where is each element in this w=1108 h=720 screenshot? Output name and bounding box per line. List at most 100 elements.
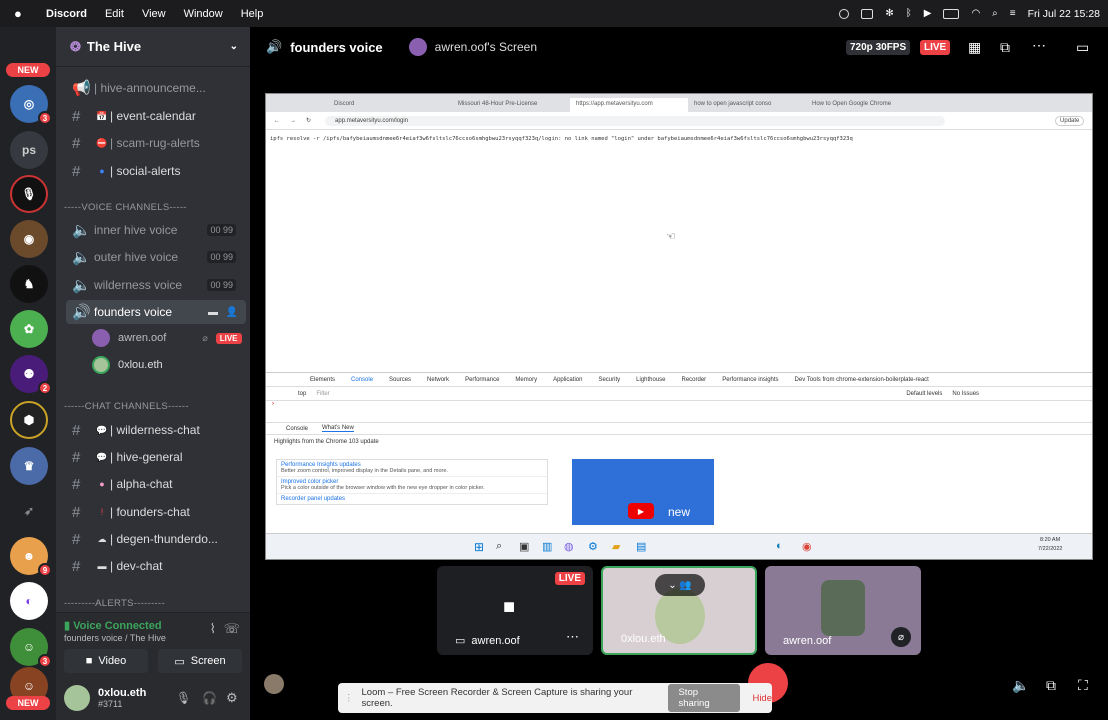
server-icon-10[interactable]: ➶ xyxy=(10,492,48,530)
more-icon[interactable]: ⋯ xyxy=(1032,37,1046,54)
server-icon-7[interactable]: ⚉ 2 xyxy=(10,355,52,395)
context-select[interactable]: top xyxy=(298,391,306,397)
server-icon-llama[interactable]: ♞ xyxy=(10,265,48,303)
clock[interactable]: Fri Jul 22 15:28 xyxy=(1028,8,1100,20)
filter-input[interactable]: Filter xyxy=(316,391,896,397)
search-icon[interactable]: ⌕ xyxy=(496,540,502,553)
chat-icon[interactable]: ▬ xyxy=(208,307,218,318)
chrome-icon[interactable]: ◉ xyxy=(802,540,812,553)
participant-tile-awren[interactable]: awren.oof ⌀ xyxy=(765,566,921,655)
devtools-tab[interactable]: Elements xyxy=(310,377,335,383)
settings-gear-icon[interactable]: ⚙ xyxy=(226,690,238,706)
voice-status[interactable]: ▮ Voice Connected xyxy=(64,619,162,632)
issues-button[interactable]: No Issues xyxy=(952,391,979,397)
disconnect-icon[interactable]: ☏ xyxy=(224,621,240,637)
devtools-tab[interactable]: Dev Tools from chrome-extension-boilerpl… xyxy=(795,377,929,383)
stop-sharing-button[interactable]: Stop sharing xyxy=(668,684,741,712)
menu-edit[interactable]: Edit xyxy=(105,8,124,20)
screen-record-icon[interactable] xyxy=(839,8,850,19)
menu-window[interactable]: Window xyxy=(184,8,223,20)
gear-icon[interactable]: ✻ xyxy=(885,8,893,19)
fullscreen-icon[interactable]: ⛶ xyxy=(1078,677,1088,694)
chevron-down-icon[interactable]: ⌄ xyxy=(230,41,238,52)
user-avatar[interactable] xyxy=(64,685,90,711)
update-button[interactable]: Update xyxy=(1055,115,1085,126)
whats-new-video[interactable]: ▶ new xyxy=(572,459,714,525)
browser-tab[interactable]: Discord xyxy=(328,98,452,112)
search-icon[interactable]: ⌕ xyxy=(992,8,998,19)
microphone-icon[interactable]: 🎙 xyxy=(176,691,191,705)
channel-wilderness-voice[interactable]: 🔈 wilderness voice 00 99 xyxy=(66,273,246,297)
server-icon-hive[interactable]: ⬢ xyxy=(10,401,48,439)
channel-outer-hive-voice[interactable]: 🔈 outer hive voice 00 99 xyxy=(66,245,246,269)
channel-inner-hive-voice[interactable]: 🔈 inner hive voice 00 99 xyxy=(66,218,246,242)
drag-handle-icon[interactable]: ⋮ xyxy=(344,693,354,704)
voice-user-awren[interactable]: awren.oof ⌀ LIVE xyxy=(92,327,242,349)
server-icon-mic[interactable]: 🎙 xyxy=(10,175,48,213)
voice-user-0xlou[interactable]: 0xlou.eth xyxy=(92,354,163,376)
server-icon-11[interactable]: ☻ 9 xyxy=(10,537,52,577)
channel-alpha-chat[interactable]: # ● | alpha-chat xyxy=(66,472,246,496)
channel-scam-rug-alerts[interactable]: # ⛔ | scam-rug-alerts xyxy=(66,131,246,155)
devtools-tab[interactable]: Memory xyxy=(515,377,537,383)
levels-select[interactable]: Default levels xyxy=(906,391,942,397)
devtools-tab[interactable]: Performance xyxy=(465,377,499,383)
participant-tile-stream[interactable]: LIVE ■ ▭ awren.oof ⋯ xyxy=(437,566,593,655)
screen-share-button[interactable]: ▭ Screen xyxy=(158,649,242,673)
apple-icon[interactable]: ● xyxy=(14,6,28,21)
task-view-icon[interactable]: ▣ xyxy=(519,540,529,553)
systray-date[interactable]: 7/22/2022 xyxy=(1038,546,1062,552)
participant-tile-self[interactable]: ⌄ 👥 0xlou.eth xyxy=(601,566,757,655)
wifi-icon[interactable]: ◠ xyxy=(971,8,980,19)
server-icon-ps[interactable]: ps xyxy=(10,131,48,169)
server-header[interactable]: ❂ The Hive ⌄ xyxy=(56,27,250,67)
whats-new-item[interactable]: Performance Insights updates Better zoom … xyxy=(277,460,547,477)
add-user-icon[interactable]: 👤 xyxy=(226,307,238,318)
devtools-tab[interactable]: Sources xyxy=(389,377,411,383)
devtools-tab-active[interactable]: Console xyxy=(351,377,373,383)
devtools-tab[interactable]: Performance insights xyxy=(722,377,778,383)
reload-icon[interactable]: ↻ xyxy=(306,117,311,124)
settings-app-icon[interactable]: ⚙ xyxy=(588,540,598,553)
popout-icon[interactable]: ⧉ xyxy=(1046,677,1056,694)
channel-degen-thunderdome[interactable]: # ☁ | degen-thunderdo... xyxy=(66,527,246,551)
user-info[interactable]: 0xlou.eth #3711 xyxy=(98,687,146,709)
channel-event-calendar[interactable]: # 📅 | event-calendar xyxy=(66,104,246,128)
devtools-tab[interactable]: Lighthouse xyxy=(636,377,665,383)
channel-social-alerts[interactable]: # ● | social-alerts xyxy=(66,159,246,183)
popout-icon[interactable]: ⧉ xyxy=(1000,39,1010,56)
browser-tab[interactable]: how to open javascript conso xyxy=(688,98,806,112)
drawer-tab[interactable]: Console xyxy=(286,426,308,432)
drawer-tab-active[interactable]: What's New xyxy=(322,425,354,432)
grid-icon[interactable]: ▦ xyxy=(968,39,981,56)
whats-new-item[interactable]: Recorder panel updates xyxy=(277,494,547,504)
browser-tab[interactable]: Missouri 48-Hour Pre-License xyxy=(452,98,570,112)
bluetooth-icon[interactable]: ᛒ xyxy=(906,8,912,19)
server-icon-pepe[interactable]: ☺ 3 xyxy=(10,628,52,668)
channel-dev-chat[interactable]: # ▬ | dev-chat xyxy=(66,554,246,578)
menu-help[interactable]: Help xyxy=(241,8,264,20)
back-icon[interactable]: ← xyxy=(274,118,280,124)
browser-tab[interactable]: How to Open Google Chrome xyxy=(806,98,924,112)
noise-suppression-icon[interactable]: ⌇ xyxy=(210,621,216,637)
menu-view[interactable]: View xyxy=(142,8,166,20)
expand-users-button[interactable]: ⌄ 👥 xyxy=(655,574,705,596)
volume-icon[interactable]: 🔈 xyxy=(1012,677,1029,694)
chat-icon[interactable]: ▭ xyxy=(1076,39,1089,56)
systray-time[interactable]: 8:20 AM xyxy=(1040,537,1060,543)
forward-icon[interactable]: → xyxy=(290,118,296,124)
chat-app-icon[interactable]: ◍ xyxy=(564,540,574,553)
menu-app-name[interactable]: Discord xyxy=(46,8,87,20)
channel-hive-announcements[interactable]: 📢 | hive-announceme... xyxy=(66,76,246,100)
battery-icon[interactable] xyxy=(943,8,960,19)
channel-founders-chat[interactable]: #! | founders-chat xyxy=(66,500,246,524)
more-icon[interactable]: ⋯ xyxy=(566,629,579,645)
edge-icon[interactable]: ◐ xyxy=(776,540,783,552)
devtools-tab[interactable]: Network xyxy=(427,377,449,383)
voice-location[interactable]: founders voice / The Hive xyxy=(64,633,166,643)
channel-wilderness-chat[interactable]: # 💬 | wilderness-chat xyxy=(66,418,246,442)
server-icon-1[interactable]: ◎ 3 xyxy=(10,85,52,125)
devtools-tab[interactable]: Recorder xyxy=(682,377,707,383)
url-field[interactable]: app.metaversityu.com/login xyxy=(325,115,946,126)
control-center-icon[interactable]: ≡ xyxy=(1010,8,1016,19)
